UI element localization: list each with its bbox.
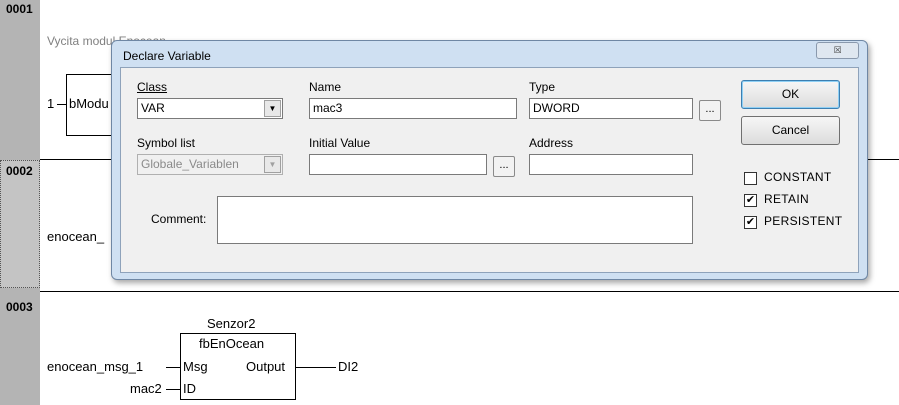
fb-input-msg[interactable]: enocean_msg_1 <box>47 359 143 374</box>
symbol-list-label: Symbol list <box>137 136 196 150</box>
persistent-checkbox[interactable]: ✔ <box>744 216 757 229</box>
dialog-client-area: Class VAR ▼ Name mac3 Type DWORD ... Sym… <box>120 67 859 273</box>
class-dropdown[interactable]: VAR ▼ <box>137 98 283 119</box>
rung1-block-pin: bModu <box>69 96 109 111</box>
fb-output-wire <box>296 367 336 368</box>
comment-label: Comment: <box>151 212 207 226</box>
persistent-label[interactable]: PERSISTENT <box>764 214 842 228</box>
constant-checkbox[interactable] <box>744 172 757 185</box>
retain-label[interactable]: RETAIN <box>764 192 809 206</box>
comment-input[interactable] <box>217 196 693 244</box>
initial-value-input[interactable] <box>309 154 487 175</box>
class-label: Class <box>137 80 167 94</box>
rung-number-3: 0003 <box>6 300 33 314</box>
type-label: Type <box>529 80 556 94</box>
declare-variable-dialog: Declare Variable ☒ Class VAR ▼ Name mac3… <box>111 40 868 280</box>
initial-value-browse-button[interactable]: ... <box>493 156 515 177</box>
address-input[interactable] <box>529 154 693 175</box>
name-label: Name <box>309 80 342 94</box>
fb-input-msg-wire <box>166 367 180 368</box>
fb-pin-output: Output <box>246 359 286 374</box>
symbol-list-dropdown[interactable]: Globale_Variablen ▼ <box>137 154 283 175</box>
dialog-title: Declare Variable <box>123 49 211 63</box>
rung1-wire <box>57 104 67 105</box>
fb-pin-id: ID <box>183 381 196 396</box>
constant-label[interactable]: CONSTANT <box>764 170 832 184</box>
initial-value-label: Initial Value <box>309 136 371 150</box>
class-label-text: Class <box>137 80 168 94</box>
rung-number-2: 0002 <box>6 164 33 178</box>
rung-number-1: 0001 <box>6 2 33 16</box>
rung2-wire <box>868 159 899 160</box>
chevron-down-icon[interactable]: ▼ <box>264 156 281 173</box>
type-input[interactable]: DWORD <box>529 98 693 119</box>
address-label: Address <box>529 136 574 150</box>
fb-pin-msg: Msg <box>183 359 208 374</box>
fb-input-id[interactable]: mac2 <box>130 381 162 396</box>
rung2-input-value: enocean_ <box>47 229 105 244</box>
cancel-button[interactable]: Cancel <box>741 116 840 145</box>
rung-gutter-selected <box>0 160 40 288</box>
class-value: VAR <box>141 101 165 115</box>
close-icon[interactable]: ☒ <box>816 42 859 59</box>
rung1-input-value: 1 <box>47 96 55 111</box>
ok-button[interactable]: OK <box>741 80 840 109</box>
symbol-list-value: Globale_Variablen <box>141 157 239 171</box>
chevron-down-icon[interactable]: ▼ <box>264 100 281 117</box>
rung-separator <box>40 291 899 292</box>
type-browse-button[interactable]: ... <box>699 100 721 121</box>
retain-checkbox[interactable]: ✔ <box>744 194 757 207</box>
name-input[interactable]: mac3 <box>309 98 517 119</box>
fb-instance-name[interactable]: Senzor2 <box>207 316 255 331</box>
fb-output-value[interactable]: DI2 <box>338 359 358 374</box>
fb-type-name: fbEnOcean <box>199 336 265 351</box>
fb-input-id-wire <box>166 389 180 390</box>
